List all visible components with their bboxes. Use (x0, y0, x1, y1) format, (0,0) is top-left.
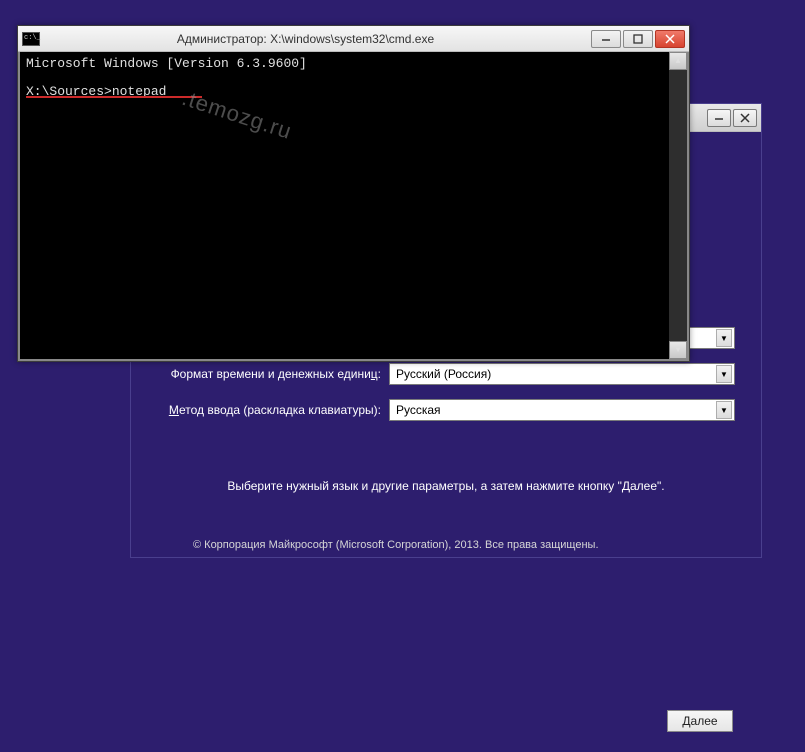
setup-close-button[interactable] (733, 109, 757, 127)
setup-keyboard-label: Метод ввода (раскладка клавиатуры): (157, 403, 389, 417)
annotation-underline (26, 96, 202, 98)
cmd-terminal[interactable]: Microsoft Windows [Version 6.3.9600] X:\… (18, 52, 689, 361)
setup-currency-value: Русский (Россия) (396, 367, 491, 381)
setup-currency-label: Формат времени и денежных единиц: (157, 367, 389, 381)
setup-keyboard-value: Русская (396, 403, 441, 417)
cmd-titlebar[interactable]: Администратор: X:\windows\system32\cmd.e… (18, 26, 689, 52)
close-icon (740, 113, 750, 123)
cmd-scrollbar[interactable]: ▲ ▼ (669, 52, 687, 359)
scroll-up-button[interactable]: ▲ (669, 52, 687, 70)
minimize-icon (714, 113, 724, 123)
setup-minimize-button[interactable] (707, 109, 731, 127)
next-button-label: Далее (682, 714, 717, 728)
setup-copyright: © Корпорация Майкрософт (Microsoft Corpo… (157, 539, 735, 551)
chevron-down-icon: ▼ (716, 401, 732, 419)
cmd-version-line: Microsoft Windows [Version 6.3.9600] (26, 56, 681, 71)
setup-keyboard-select[interactable]: Русская ▼ (389, 399, 735, 421)
next-button[interactable]: Далее (667, 710, 733, 732)
close-icon (665, 34, 675, 44)
cmd-maximize-button[interactable] (623, 30, 653, 48)
maximize-icon (633, 34, 643, 44)
cmd-close-button[interactable] (655, 30, 685, 48)
cmd-icon (22, 32, 40, 46)
setup-body: ▼ Формат времени и денежных единиц: Русс… (131, 327, 761, 752)
chevron-down-icon: ▼ (716, 329, 732, 347)
minimize-icon (601, 34, 611, 44)
arrow-down-icon: ▼ (676, 346, 681, 355)
cmd-minimize-button[interactable] (591, 30, 621, 48)
arrow-up-icon: ▲ (676, 57, 681, 66)
scroll-down-button[interactable]: ▼ (669, 341, 687, 359)
cmd-title: Администратор: X:\windows\system32\cmd.e… (20, 32, 591, 46)
setup-currency-select[interactable]: Русский (Россия) ▼ (389, 363, 735, 385)
cmd-window: Администратор: X:\windows\system32\cmd.e… (17, 25, 690, 362)
chevron-down-icon: ▼ (716, 365, 732, 383)
setup-instruction-text: Выберите нужный язык и другие параметры,… (157, 479, 735, 493)
